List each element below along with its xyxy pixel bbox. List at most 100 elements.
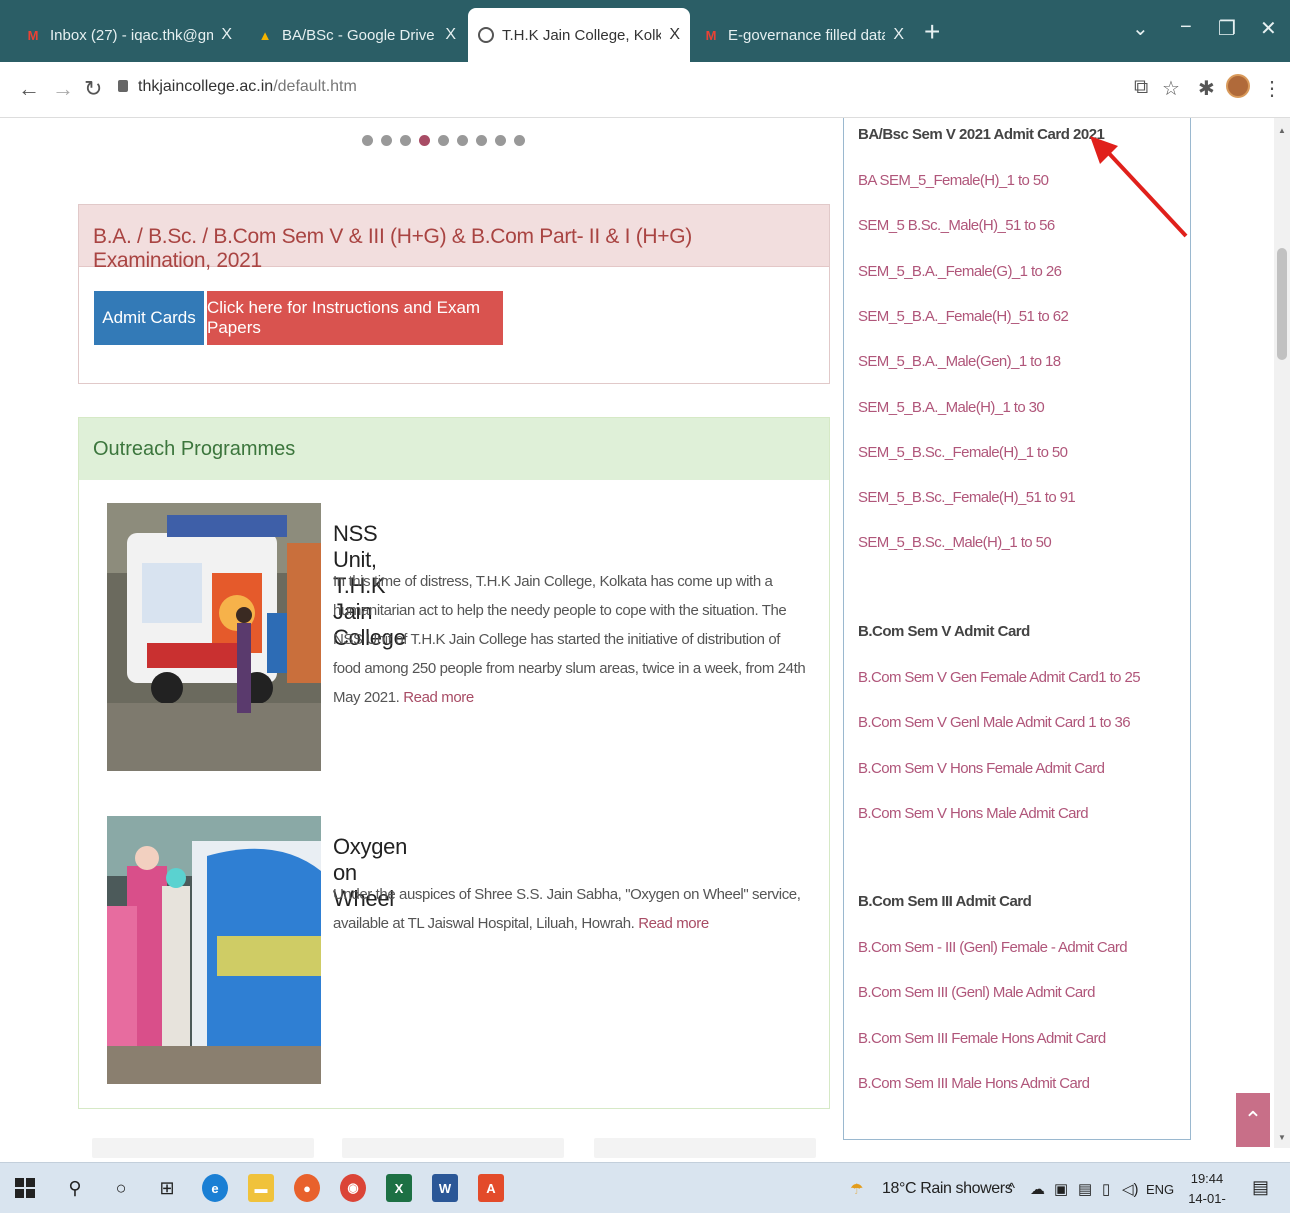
clock-date: 14-01-2022 xyxy=(1188,1191,1226,1213)
admit-card-link[interactable]: SEM_5_B.Sc._Male(H)_1 to 50 xyxy=(858,534,1052,551)
scroll-down-icon[interactable]: ▼ xyxy=(1278,1133,1286,1142)
story-text: Under the auspices of Shree S.S. Jain Sa… xyxy=(333,886,801,932)
slider-dot[interactable] xyxy=(362,135,373,146)
close-icon[interactable]: X xyxy=(669,26,680,44)
url-field[interactable]: thkjaincollege.ac.in/default.htm xyxy=(118,78,357,96)
read-more-link[interactable]: Read more xyxy=(403,689,474,706)
slider-dot[interactable] xyxy=(495,135,506,146)
partial-card xyxy=(342,1138,564,1158)
sidebar-section-heading: B.Com Sem V Admit Card xyxy=(858,623,1030,640)
scroll-up-icon[interactable]: ▲ xyxy=(1278,126,1286,135)
url-host: thkjaincollege.ac.in xyxy=(138,78,274,95)
slider-dot[interactable] xyxy=(419,135,430,146)
oxygen-on-wheel-photo[interactable] xyxy=(107,816,321,1084)
admit-card-link[interactable]: B.Com Sem III Female Hons Admit Card xyxy=(858,1030,1106,1047)
admit-card-link[interactable]: B.Com Sem - III (Genl) Female - Admit Ca… xyxy=(858,939,1128,956)
admit-card-link[interactable]: B.Com Sem III Male Hons Admit Card xyxy=(858,1075,1090,1092)
close-icon[interactable]: X xyxy=(893,26,904,44)
tab-egovernance[interactable]: M E-governance filled data template X xyxy=(692,8,914,62)
file-explorer-icon[interactable]: ▬ xyxy=(248,1174,274,1202)
weather-text[interactable]: 18°C Rain showers xyxy=(882,1180,1013,1198)
windows-start-icon[interactable] xyxy=(12,1175,38,1201)
language-indicator[interactable]: ENG xyxy=(1146,1182,1174,1197)
slider-dot[interactable] xyxy=(457,135,468,146)
story-body: In this time of distress, T.H.K Jain Col… xyxy=(333,567,809,712)
share-icon[interactable]: ⧉ xyxy=(1134,76,1148,99)
slider-dot[interactable] xyxy=(381,135,392,146)
bookmark-star-icon[interactable]: ☆ xyxy=(1162,76,1180,101)
battery-icon[interactable]: ▯ xyxy=(1102,1180,1110,1198)
google-drive-icon: ▲ xyxy=(258,27,272,43)
close-icon[interactable]: X xyxy=(445,26,456,44)
chrome-icon[interactable]: ◉ xyxy=(340,1174,366,1202)
cortana-icon[interactable]: ○ xyxy=(108,1175,134,1201)
sidebar-section-heading: BA/Bsc Sem V 2021 Admit Card 2021 xyxy=(858,126,1105,143)
partial-card xyxy=(594,1138,816,1158)
minimize-icon[interactable]: − xyxy=(1180,16,1192,39)
excel-icon[interactable]: X xyxy=(386,1174,412,1202)
network-icon[interactable]: ▤ xyxy=(1078,1180,1092,1198)
back-icon[interactable]: ← xyxy=(18,76,40,102)
slider-dot[interactable] xyxy=(514,135,525,146)
admit-card-sidebar: BA/Bsc Sem V 2021 Admit Card 2021 BA SEM_… xyxy=(843,118,1191,1140)
tray-onedrive-icon[interactable]: ☁ xyxy=(1030,1180,1045,1198)
admit-card-link[interactable]: B.Com Sem V Hons Male Admit Card xyxy=(858,805,1089,822)
new-tab-button[interactable]: + xyxy=(924,18,940,46)
close-icon[interactable]: X xyxy=(221,26,232,44)
forward-icon[interactable]: → xyxy=(52,76,74,102)
tray-chevron-up-icon[interactable]: ^ xyxy=(1008,1180,1015,1197)
back-to-top-button[interactable]: ⌃ xyxy=(1236,1093,1270,1147)
admit-card-link[interactable]: SEM_5_B.Sc._Female(H)_1 to 50 xyxy=(858,444,1068,461)
firefox-icon[interactable]: ● xyxy=(294,1174,320,1202)
admit-card-link[interactable]: B.Com Sem V Genl Male Admit Card 1 to 36 xyxy=(858,714,1131,731)
edge-icon[interactable]: e xyxy=(202,1174,228,1202)
exam-panel: B.A. / B.Sc. / B.Com Sem V & III (H+G) &… xyxy=(78,204,830,384)
admit-card-link[interactable]: SEM_5_B.A._Female(G)_1 to 26 xyxy=(858,263,1062,280)
word-icon[interactable]: W xyxy=(432,1174,458,1202)
story-body: Under the auspices of Shree S.S. Jain Sa… xyxy=(333,880,809,938)
page-scrollbar[interactable]: ▲ ▼ xyxy=(1274,118,1290,1148)
admit-card-link[interactable]: B.Com Sem III (Genl) Male Admit Card xyxy=(858,984,1095,1001)
lock-icon xyxy=(118,80,128,92)
profile-avatar[interactable] xyxy=(1226,74,1250,98)
pdf-reader-icon[interactable]: A xyxy=(478,1174,504,1202)
extensions-puzzle-icon[interactable]: ✱ xyxy=(1198,76,1215,101)
browser-tab-strip: M Inbox (27) - iqac.thk@gmail.com X ▲ BA… xyxy=(0,0,1290,62)
admit-card-link[interactable]: SEM_5_B.Sc._Female(H)_51 to 91 xyxy=(858,489,1076,506)
weather-icon[interactable]: ☂ xyxy=(850,1180,863,1198)
sidebar-section-heading: B.Com Sem III Admit Card xyxy=(858,893,1032,910)
tray-meet-icon[interactable]: ▣ xyxy=(1054,1180,1068,1198)
tab-google-drive[interactable]: ▲ BA/BSc - Google Drive X xyxy=(246,8,466,62)
nss-food-van-photo[interactable] xyxy=(107,503,321,771)
admit-card-link[interactable]: SEM_5 B.Sc._Male(H)_51 to 56 xyxy=(858,217,1055,234)
menu-kebab-icon[interactable]: ⋮ xyxy=(1262,76,1282,101)
tab-search-chevron-icon[interactable]: ⌄ xyxy=(1132,16,1149,41)
admit-cards-button[interactable]: Admit Cards xyxy=(94,291,204,345)
volume-icon[interactable]: ◁) xyxy=(1122,1180,1139,1198)
tab-gmail-inbox[interactable]: M Inbox (27) - iqac.thk@gmail.com X xyxy=(14,8,242,62)
admit-card-link[interactable]: B.Com Sem V Gen Female Admit Card1 to 25 xyxy=(858,669,1141,686)
notifications-icon[interactable]: ▤ xyxy=(1252,1177,1269,1198)
tab-title: BA/BSc - Google Drive xyxy=(282,26,435,44)
outreach-panel: Outreach Programmes NSS Unit, T.H.K Jain… xyxy=(78,417,830,1109)
search-icon[interactable]: ⚲ xyxy=(62,1175,88,1201)
read-more-link[interactable]: Read more xyxy=(638,915,709,932)
admit-card-link[interactable]: B.Com Sem V Hons Female Admit Card xyxy=(858,760,1105,777)
window-close-icon[interactable]: ✕ xyxy=(1260,16,1277,41)
admit-card-link[interactable]: SEM_5_B.A._Female(H)_51 to 62 xyxy=(858,308,1069,325)
reload-icon[interactable]: ↻ xyxy=(84,76,102,102)
instructions-button[interactable]: Click here for Instructions and Exam Pap… xyxy=(207,291,503,345)
slider-dot[interactable] xyxy=(400,135,411,146)
url-path: /default.htm xyxy=(273,78,357,95)
task-view-icon[interactable]: ⊞ xyxy=(154,1175,180,1201)
admit-card-link[interactable]: SEM_5_B.A._Male(H)_1 to 30 xyxy=(858,399,1045,416)
restore-icon[interactable]: ❐ xyxy=(1218,16,1236,41)
admit-card-link[interactable]: BA SEM_5_Female(H)_1 to 50 xyxy=(858,172,1049,189)
windows-taskbar: ⚲ ○ ⊞ e ▬ ● ◉ X W A ☂ 18°C Rain showers … xyxy=(0,1162,1290,1213)
slider-dot[interactable] xyxy=(438,135,449,146)
admit-card-link[interactable]: SEM_5_B.A._Male(Gen)_1 to 18 xyxy=(858,353,1061,370)
tab-college-home[interactable]: T.H.K Jain College, Kolkata : Home X xyxy=(468,8,690,62)
scrollbar-thumb[interactable] xyxy=(1277,248,1287,360)
taskbar-clock[interactable]: 19:44 14-01-2022 xyxy=(1182,1169,1232,1213)
slider-dot[interactable] xyxy=(476,135,487,146)
